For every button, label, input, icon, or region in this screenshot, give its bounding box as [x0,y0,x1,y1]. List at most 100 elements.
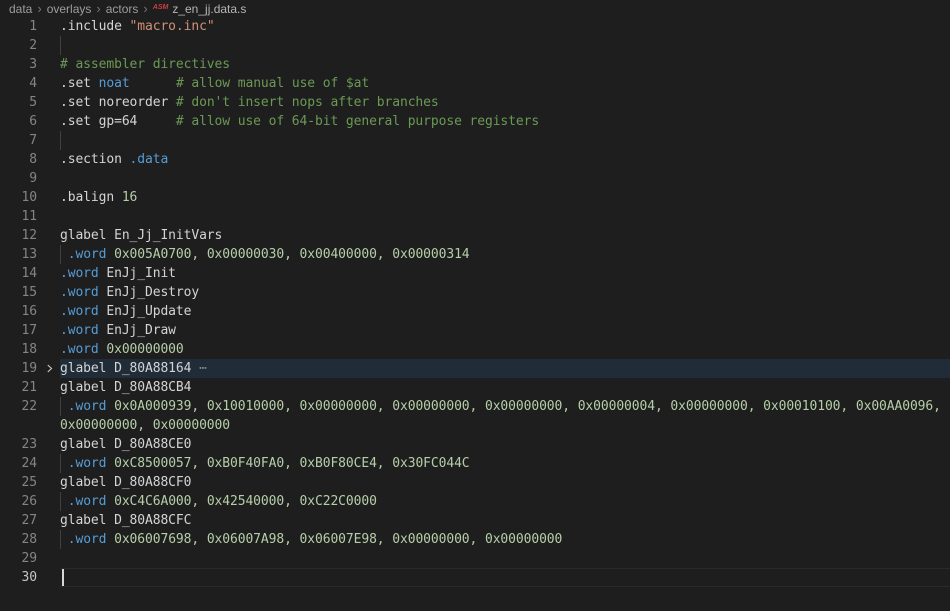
gutter: 25 [0,473,60,492]
code-line-text[interactable] [60,36,950,55]
line-number: 5 [0,93,37,112]
line-number: 6 [0,112,37,131]
gutter: 5 [0,93,60,112]
breadcrumb-item-actors[interactable]: actors [106,2,139,16]
line-number: 1 [0,17,37,36]
code-token: .word [68,456,107,471]
code-line-text[interactable]: .set gp=64 # allow use of 64-bit general… [60,112,950,131]
code-token: glabel D_80A88CF0 [60,475,191,490]
fold-chevron-icon[interactable] [44,363,55,374]
line-number: 13 [0,245,37,264]
code-token [60,456,68,471]
code-line: 4.set noat # allow manual use of $at [0,74,950,93]
gutter [0,416,60,435]
code-line-text[interactable]: glabel D_80A88CB4 [60,378,950,397]
line-number: 3 [0,55,37,74]
code-line-text[interactable]: .word 0x0A000939, 0x10010000, 0x00000000… [60,397,950,416]
code-line: 28 .word 0x06007698, 0x06007A98, 0x06007… [0,530,950,549]
folded-code-line-text[interactable]: glabel D_80A88164 ⋯ [60,359,950,378]
code-line: 22 .word 0x0A000939, 0x10010000, 0x00000… [0,397,950,416]
code-line-text[interactable]: .word 0xC4C6A000, 0x42540000, 0xC22C0000 [60,492,950,511]
code-token [60,247,68,262]
gutter: 18 [0,340,60,359]
code-line-text[interactable]: .word EnJj_Update [60,302,950,321]
code-line-text[interactable]: .section .data [60,150,950,169]
code-line-text[interactable]: glabel D_80A88CE0 [60,435,950,454]
gutter: 19 [0,359,60,378]
line-number: 26 [0,492,37,511]
gutter: 24 [0,454,60,473]
gutter: 11 [0,207,60,226]
code-line: 3 # assembler directives [0,55,950,74]
code-token: EnJj_Init [99,266,176,281]
code-token: # allow use of 64-bit general purpose re… [176,114,539,129]
code-token [60,399,68,414]
code-line-text[interactable]: .word 0xC8500057, 0xB0F40FA0, 0xB0F80CE4… [60,454,950,473]
code-line-text[interactable] [60,169,950,188]
code-line: 10.balign 16 [0,188,950,207]
code-line: 24 .word 0xC8500057, 0xB0F40FA0, 0xB0F80… [0,454,950,473]
code-token: 16 [122,190,137,205]
code-line-text[interactable]: .set noreorder # don't insert nops after… [60,93,950,112]
line-number: 11 [0,207,37,226]
line-number: 23 [0,435,37,454]
code-line-text[interactable]: glabel D_80A88CF0 [60,473,950,492]
code-line: 19glabel D_80A88164 ⋯ [0,359,950,378]
code-line: 9 [0,169,950,188]
code-line-text[interactable]: .balign 16 [60,188,950,207]
gutter: 14 [0,264,60,283]
code-editor[interactable]: 1 .include "macro.inc" 23 # assembler direc… [0,17,950,587]
code-token: .set gp=64 [60,114,176,129]
code-line-text[interactable]: glabel En_Jj_InitVars [60,226,950,245]
code-token: EnJj_Update [99,304,192,319]
code-line-text[interactable]: .word 0x06007698, 0x06007A98, 0x06007E98… [60,530,950,549]
chevron-right-icon: › [91,0,105,17]
code-line-text[interactable] [60,207,950,226]
code-line-text[interactable]: .word EnJj_Destroy [60,283,950,302]
code-line-text[interactable] [60,549,950,568]
code-token: 0x0A000939, 0x10010000, 0x00000000, 0x00… [106,399,940,414]
line-number: 25 [0,473,37,492]
breadcrumb-item-overlays[interactable]: overlays [47,2,92,16]
code-line: 29 [0,549,950,568]
code-line-text[interactable]: .word EnJj_Draw [60,321,950,340]
code-line: 8.section .data [0,150,950,169]
code-line-text[interactable]: # assembler directives [60,55,950,74]
gutter: 3 [0,55,60,74]
code-token: .include [60,19,130,34]
code-line-text[interactable]: 0x00000000, 0x00000000 [60,416,950,435]
code-line-text[interactable] [60,568,950,587]
breadcrumb-item-data[interactable]: data [9,2,32,16]
code-token: 0x06007698, 0x06007A98, 0x06007E98, 0x00… [106,532,562,547]
gutter: 15 [0,283,60,302]
gutter: 21 [0,378,60,397]
asm-file-icon: ASM [153,4,169,11]
gutter: 17 [0,321,60,340]
line-number: 24 [0,454,37,473]
breadcrumb-filename[interactable]: z_en_jj.data.s [172,2,246,16]
code-token: glabel D_80A88164 [60,361,199,376]
gutter: 13 [0,245,60,264]
code-line: 7 [0,131,950,150]
code-line-text[interactable]: .include "macro.inc" [60,17,950,36]
line-number: 16 [0,302,37,321]
code-line-text[interactable]: .set noat # allow manual use of $at [60,74,950,93]
code-line: 11 [0,207,950,226]
indent-guide [60,36,61,55]
code-token: .word [60,323,99,338]
gutter: 1 [0,17,60,36]
code-token: 0x00000000 [99,342,184,357]
gutter: 27 [0,511,60,530]
code-line-text[interactable]: .word 0x00000000 [60,340,950,359]
code-line-text[interactable]: glabel D_80A88CFC [60,511,950,530]
code-line: 18 .word 0x00000000 [0,340,950,359]
line-number: 18 [0,340,37,359]
code-token: .word [68,247,107,262]
code-token: 0xC4C6A000, 0x42540000, 0xC22C0000 [106,494,376,509]
code-token [60,532,68,547]
code-line-text[interactable]: .word 0x005A0700, 0x00000030, 0x00400000… [60,245,950,264]
code-line-text[interactable]: .word EnJj_Init [60,264,950,283]
code-line-text[interactable] [60,131,950,150]
code-token: glabel D_80A88CFC [60,513,191,528]
gutter: 7 [0,131,60,150]
